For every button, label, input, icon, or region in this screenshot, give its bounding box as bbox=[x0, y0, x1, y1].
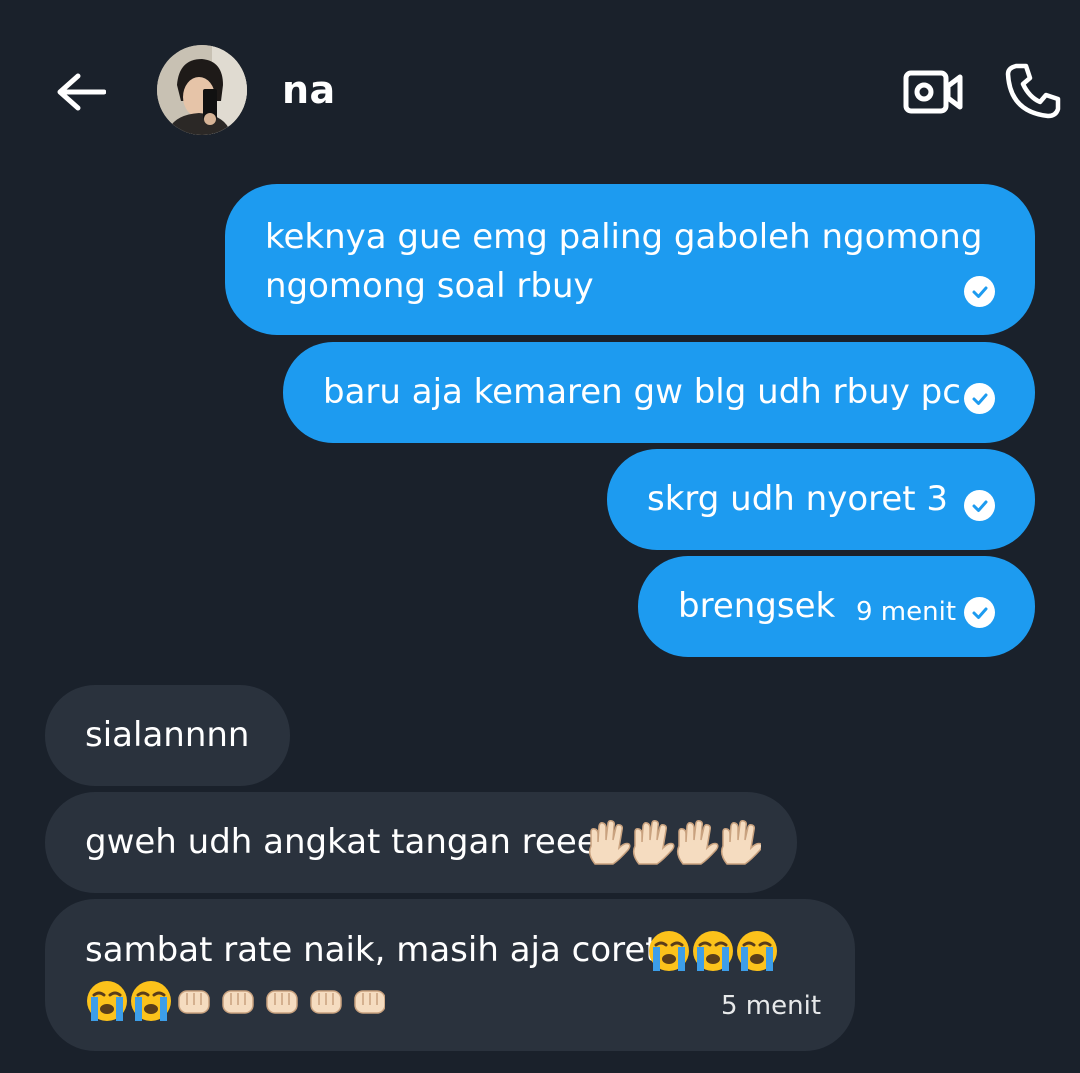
phone-icon bbox=[1005, 63, 1061, 119]
message-text: gweh udh angkat tangan reee bbox=[85, 822, 598, 862]
video-camera-icon bbox=[903, 70, 963, 114]
loudly-crying-face-icon bbox=[693, 931, 733, 971]
message-bubble-incoming[interactable]: gweh udh angkat tangan reee bbox=[45, 792, 797, 893]
message-text: skrg udh nyoret 3 bbox=[647, 479, 949, 519]
back-button[interactable] bbox=[52, 64, 108, 120]
avatar-image bbox=[157, 45, 247, 135]
raised-hand-icon bbox=[720, 820, 763, 865]
message-bubble-incoming[interactable]: sialannnn bbox=[45, 685, 290, 786]
crying-emoji-group bbox=[647, 929, 779, 987]
message-bubble-incoming[interactable]: sambat rate naik, masih aja coret 5 meni… bbox=[45, 899, 855, 1051]
message-text: baru aja kemaren gw blg udh rbuy pc bbox=[323, 372, 961, 412]
oncoming-fist-icon bbox=[310, 990, 342, 1014]
message-text: keknya gue emg paling gaboleh ngomong bbox=[265, 217, 983, 257]
oncoming-fist-icon bbox=[222, 990, 254, 1014]
video-call-button[interactable] bbox=[900, 64, 966, 120]
read-check-icon bbox=[964, 276, 995, 307]
raised-hand-icon bbox=[632, 820, 675, 865]
oncoming-fist-icon bbox=[178, 990, 210, 1014]
loudly-crying-face-icon bbox=[131, 981, 171, 1021]
message-text: ngomong soal rbuy bbox=[265, 266, 594, 306]
message-bubble-outgoing[interactable]: keknya gue emg paling gaboleh ngomong ng… bbox=[225, 184, 1035, 335]
chat-header: na bbox=[0, 0, 1080, 180]
voice-call-button[interactable] bbox=[1000, 58, 1066, 124]
raised-hand-icon bbox=[588, 820, 631, 865]
arrow-left-icon bbox=[57, 73, 106, 111]
message-bubble-outgoing[interactable]: brengsek 9 menit bbox=[638, 556, 1035, 657]
raised-hand-emoji-group bbox=[585, 820, 763, 880]
message-text: sambat rate naik, masih aja coret bbox=[85, 930, 659, 970]
message-bubble-outgoing[interactable]: baru aja kemaren gw blg udh rbuy pc bbox=[283, 342, 1035, 443]
message-text: sialannnn bbox=[85, 715, 250, 755]
loudly-crying-face-icon bbox=[737, 931, 777, 971]
message-timestamp: 5 menit bbox=[721, 991, 822, 1021]
raised-hand-icon bbox=[676, 820, 719, 865]
contact-name[interactable]: na bbox=[282, 68, 336, 112]
loudly-crying-face-icon bbox=[649, 931, 689, 971]
read-check-icon bbox=[964, 597, 995, 628]
read-check-icon bbox=[964, 383, 995, 414]
read-check-icon bbox=[964, 490, 995, 521]
second-line-emoji-group bbox=[85, 979, 386, 1037]
message-bubble-outgoing[interactable]: skrg udh nyoret 3 bbox=[607, 449, 1035, 550]
message-timestamp: 9 menit bbox=[856, 597, 957, 627]
oncoming-fist-icon bbox=[354, 990, 386, 1014]
loudly-crying-face-icon bbox=[87, 981, 127, 1021]
message-text: brengsek bbox=[678, 586, 836, 626]
contact-avatar[interactable] bbox=[157, 45, 247, 135]
oncoming-fist-icon bbox=[266, 990, 298, 1014]
